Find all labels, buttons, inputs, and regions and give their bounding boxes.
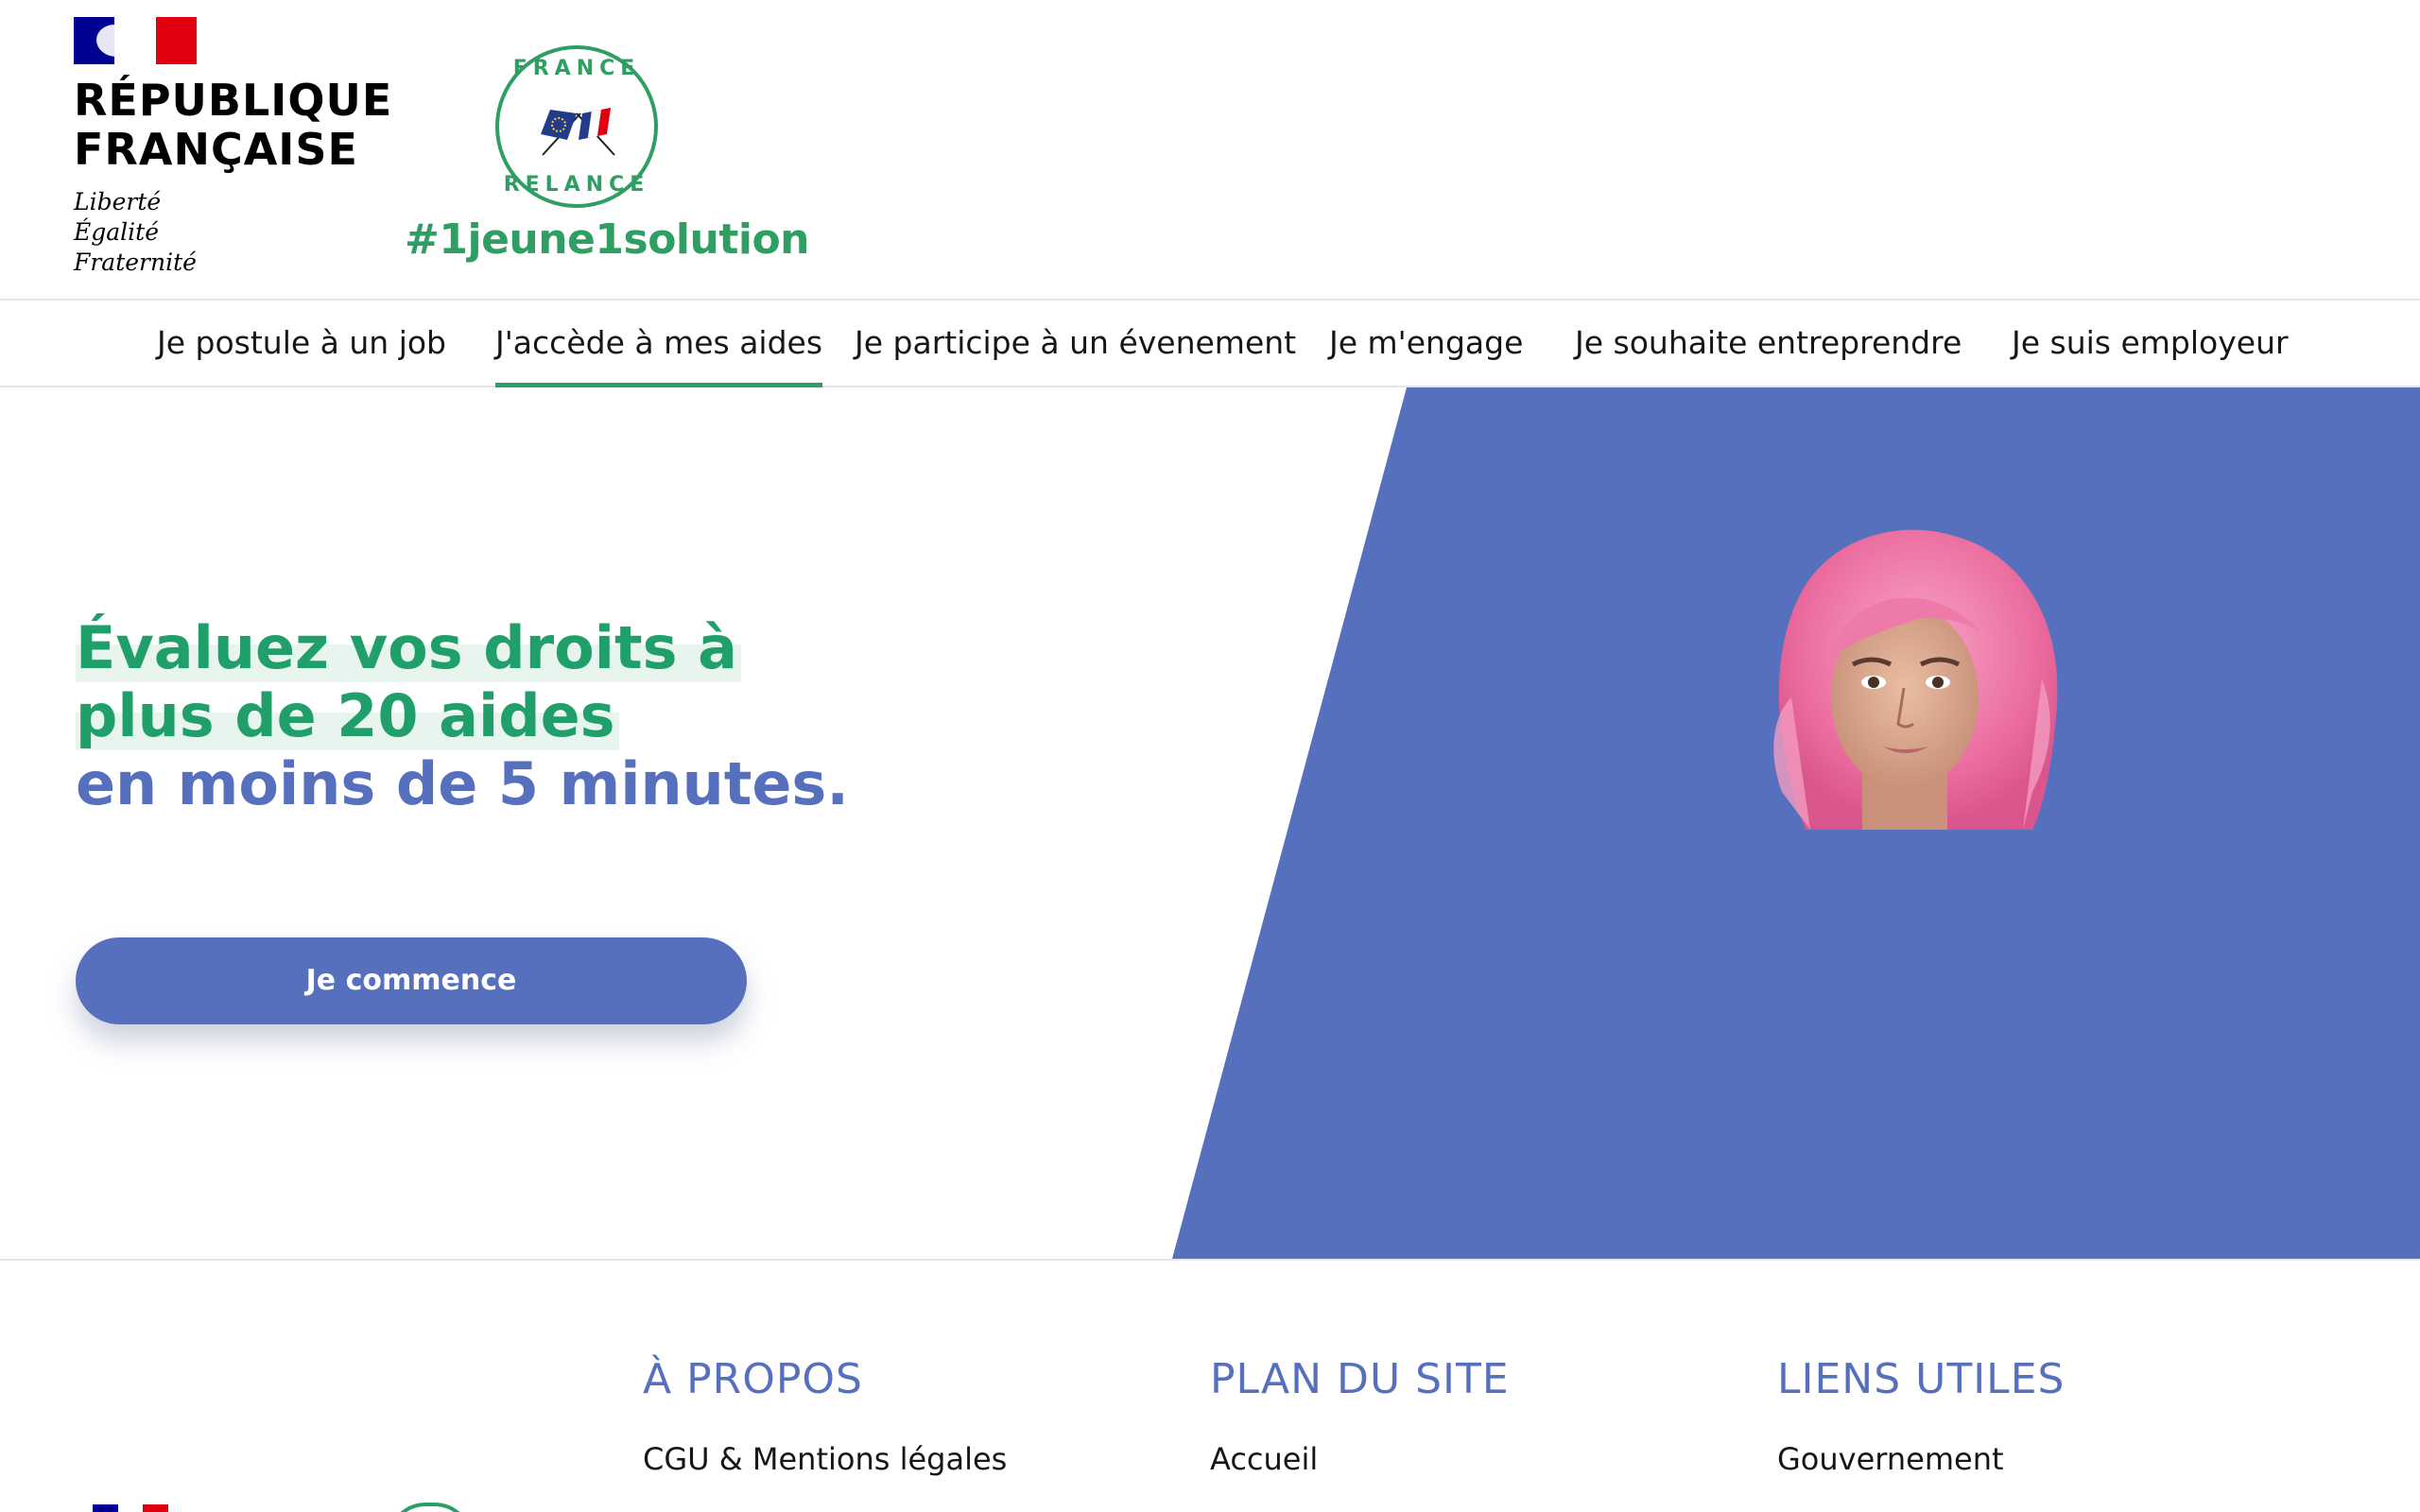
marianne-flag-icon <box>93 1504 169 1512</box>
nav-item-job[interactable]: Je postule à un job <box>157 302 446 387</box>
footer-france-relance-badge <box>388 1503 473 1512</box>
headline-line-3: en moins de 5 minutes. <box>76 749 849 818</box>
hero-section: Évaluez vos droits à plus de 20 aides en… <box>0 387 2420 1259</box>
footer-col-a-propos: À PROPOS CGU & Mentions légales <box>643 1355 1007 1477</box>
je-commence-button[interactable]: Je commence <box>76 937 747 1024</box>
headline-line-2: plus de 20 aides <box>76 681 619 750</box>
nav-item-entreprendre[interactable]: Je souhaite entreprendre <box>1575 302 1962 387</box>
hero-headline: Évaluez vos droits à plus de 20 aides en… <box>76 613 849 818</box>
footer-col-title: PLAN DU SITE <box>1210 1355 1510 1403</box>
footer-link-accueil[interactable]: Accueil <box>1210 1441 1510 1477</box>
nav-item-employeur[interactable]: Je suis employeur <box>2012 302 2289 387</box>
nav-item-engage[interactable]: Je m'engage <box>1329 302 1523 387</box>
main-nav: Je postule à un job J'accède à mes aides… <box>0 302 2420 387</box>
marianne-flag-icon <box>74 17 197 64</box>
devise: Liberté Égalité Fraternité <box>74 188 197 276</box>
nav-item-evenement[interactable]: Je participe à un évenement <box>855 302 1296 387</box>
headline-line-1: Évaluez vos droits à <box>76 613 741 682</box>
hashtag-title: #1jeune1solution <box>405 215 810 264</box>
republique-francaise-title: RÉPUBLIQUE FRANÇAISE <box>74 75 393 175</box>
republique-francaise-logo[interactable]: RÉPUBLIQUE FRANÇAISE Liberté Égalité Fra… <box>74 17 392 278</box>
nav-item-aides[interactable]: J'accède à mes aides <box>495 302 823 387</box>
footer-col-title: À PROPOS <box>643 1355 863 1403</box>
footer-col-plan-du-site: PLAN DU SITE Accueil <box>1210 1355 1510 1477</box>
crossed-flags-icon <box>541 108 615 156</box>
footer-col-liens-utiles: LIENS UTILES Gouvernement <box>1777 1355 2065 1477</box>
footer-marianne-logo[interactable] <box>93 1504 169 1512</box>
site-header: RÉPUBLIQUE FRANÇAISE Liberté Égalité Fra… <box>0 0 2420 301</box>
young-woman-portrait-icon <box>1773 529 2058 830</box>
footer-col-title: LIENS UTILES <box>1777 1355 2066 1403</box>
footer-link-gouvernement[interactable]: Gouvernement <box>1777 1441 2065 1477</box>
site-footer: À PROPOS CGU & Mentions légales PLAN DU … <box>0 1259 2420 1512</box>
france-relance-badge: FRANCE RELANCE <box>495 45 658 208</box>
footer-link-cgu[interactable]: CGU & Mentions légales <box>643 1441 1007 1477</box>
